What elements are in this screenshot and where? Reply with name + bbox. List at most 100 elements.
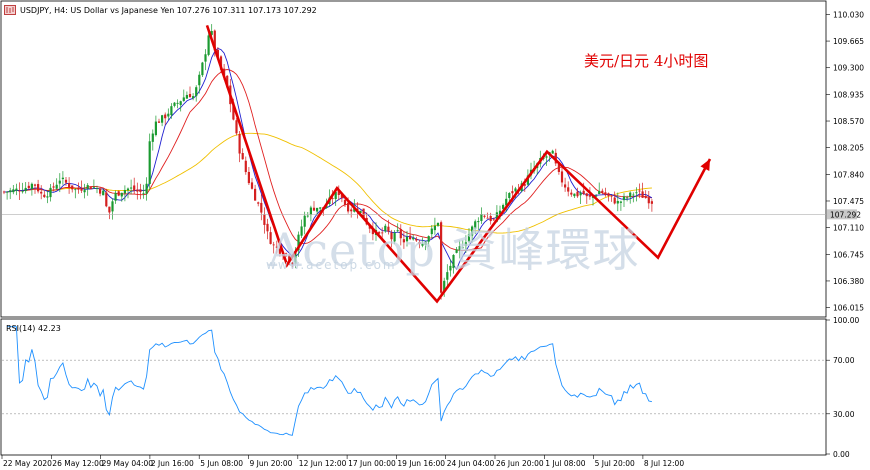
time-tick-label: 17 Jun 00:00	[348, 459, 396, 468]
candle-body	[154, 121, 157, 136]
candle-body	[142, 193, 145, 195]
candle-body	[257, 202, 260, 204]
time-tick-label: 24 Jun 04:00	[447, 459, 495, 468]
candle-body	[244, 160, 247, 173]
candle-body	[588, 195, 591, 197]
time-tick-label: 5 Jun 08:00	[200, 459, 243, 468]
candle-body	[585, 193, 588, 197]
candle-body	[610, 195, 613, 197]
candle-body	[108, 206, 111, 213]
candle-body	[598, 190, 601, 194]
candle-body	[647, 197, 650, 204]
candle-body	[40, 191, 43, 194]
candle-body	[350, 209, 353, 212]
candle-body	[95, 188, 99, 190]
candle-body	[316, 207, 319, 212]
candle-body	[511, 191, 514, 194]
candle-body	[619, 201, 622, 203]
candle-body	[61, 177, 64, 180]
time-tick-label: 2 Jun 16:00	[151, 459, 194, 468]
candle-body	[185, 94, 188, 99]
candle-body	[319, 207, 322, 209]
candle-body	[198, 74, 201, 86]
candle-body	[99, 188, 102, 194]
candle-body	[188, 93, 192, 98]
chart-window-icon	[4, 5, 16, 15]
price-axis: 110.030 109.665 109.300 108.935 108.570 108.2…	[826, 10, 864, 313]
candle-body	[46, 196, 49, 198]
candle-body	[111, 201, 114, 212]
candle-body	[238, 133, 241, 154]
candle-body	[71, 185, 74, 190]
price-tick-label: 107.475	[833, 197, 864, 206]
time-tick-label: 22 May 2020	[3, 459, 52, 468]
candle-body	[86, 185, 89, 189]
candle-body	[52, 186, 55, 188]
time-tick-label: 12 Jun 12:00	[299, 459, 347, 468]
price-tick-label: 108.935	[833, 90, 864, 99]
candle-body	[613, 197, 616, 204]
candle-body	[254, 188, 257, 201]
rsi-tick-label: 0.00	[833, 450, 850, 459]
candle-body	[601, 190, 604, 193]
price-tick-label: 106.380	[833, 277, 864, 286]
candle-body	[192, 96, 195, 99]
rsi-panel-frame	[0, 318, 827, 456]
price-tick-label: 109.300	[833, 64, 864, 73]
candle-body	[347, 202, 350, 212]
candle-body	[21, 191, 24, 193]
candle-body	[576, 191, 579, 197]
rsi-tick-label: 30.00	[833, 410, 855, 419]
price-tick-label: 107.840	[833, 170, 864, 179]
candle-body	[604, 192, 607, 196]
candle-body	[570, 192, 573, 195]
candle-body	[164, 114, 167, 119]
candle-body	[195, 87, 198, 97]
price-tick-label: 106.015	[833, 304, 864, 313]
symbol-header: USDJPY, H4: US Dollar vs Japanese Yen 10…	[20, 6, 317, 15]
candle-body	[641, 191, 644, 198]
candle-body	[638, 190, 641, 192]
rsi-header: RSI(14) 42.23	[6, 324, 61, 333]
candle-body	[204, 54, 207, 62]
candle-body	[635, 192, 638, 194]
candle-body	[626, 197, 629, 199]
candle-body	[170, 106, 173, 116]
candle-body	[126, 188, 130, 191]
candle-body	[247, 171, 250, 184]
candle-body	[545, 156, 548, 158]
candle-body	[207, 35, 210, 55]
candle-body	[37, 184, 40, 192]
candle-body	[24, 187, 27, 192]
candle-body	[139, 189, 142, 192]
candle-body	[167, 113, 170, 117]
candle-body	[551, 150, 554, 154]
watermark-url: www.acetop.com	[266, 258, 397, 272]
candle-body	[15, 188, 18, 191]
current-price-label: 107.292	[830, 210, 861, 219]
price-tick-label: 107.110	[833, 224, 864, 233]
time-tick-label: 29 May 04:00	[102, 459, 154, 468]
candle-body	[74, 189, 77, 191]
candle-body	[102, 190, 105, 196]
time-tick-label: 9 Jun 20:00	[250, 459, 293, 468]
candle-body	[30, 183, 33, 189]
candle-body	[514, 188, 517, 192]
candle-body	[579, 192, 582, 196]
candle-body	[49, 187, 52, 198]
time-tick-label: 5 Jul 20:00	[595, 459, 635, 468]
time-tick-label: 26 Jun 20:00	[496, 459, 544, 468]
candle-body	[650, 201, 653, 204]
candle-body	[145, 183, 148, 194]
candle-body	[343, 199, 347, 205]
annotation-title: 美元/日元 4小时图	[584, 52, 709, 70]
time-tick-label: 1 Jul 08:00	[545, 459, 585, 468]
candle-body	[33, 184, 37, 186]
candle-body	[133, 185, 136, 191]
candle-body	[2, 191, 6, 193]
candle-body	[157, 121, 161, 123]
candle-body	[9, 190, 12, 193]
candle-body	[564, 184, 567, 188]
candle-body	[260, 202, 263, 213]
candle-body	[120, 192, 123, 197]
